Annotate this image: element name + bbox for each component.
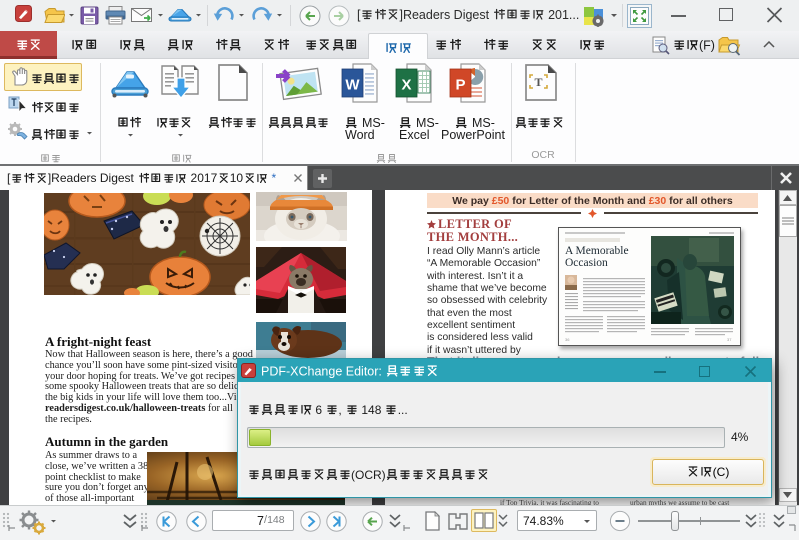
svg-text:36: 36 [565, 337, 570, 342]
svg-text:37: 37 [727, 337, 732, 342]
svg-text:Occasion: Occasion [565, 257, 608, 269]
svg-text:P: P [455, 77, 465, 94]
svg-text:T: T [534, 75, 542, 89]
svg-text:W: W [345, 77, 360, 94]
svg-text:A Memorable: A Memorable [565, 245, 629, 257]
svg-text:X: X [401, 77, 411, 94]
